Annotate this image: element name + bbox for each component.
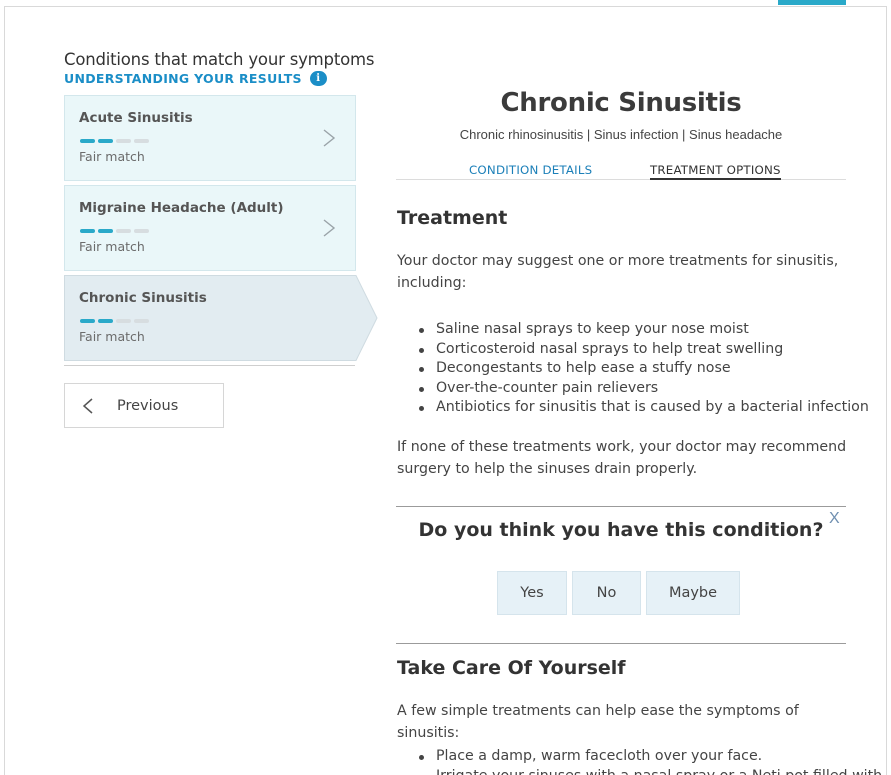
match-bar [116, 229, 131, 233]
condition-tabs: CONDITION DETAILS TREATMENT OPTIONS [396, 163, 846, 180]
survey-top-divider [396, 506, 846, 507]
match-bar [134, 139, 149, 143]
condition-card-name: Chronic Sinusitis [79, 290, 207, 306]
self-care-intro: A few simple treatments can help ease th… [397, 703, 799, 741]
answer-no-button[interactable]: No [572, 571, 641, 615]
tab-treatment-options[interactable]: TREATMENT OPTIONS [650, 163, 781, 180]
condition-card-migraine-headache[interactable]: Migraine Headache (Adult) Fair match [64, 185, 356, 271]
match-label: Fair match [79, 329, 145, 344]
tab-condition-details[interactable]: CONDITION DETAILS [469, 163, 592, 177]
chevron-left-icon [82, 397, 93, 414]
previous-button[interactable]: Previous [64, 383, 224, 428]
match-strength-meter [80, 229, 149, 233]
previous-button-label: Previous [117, 397, 179, 414]
chevron-right-icon [323, 129, 336, 147]
condition-title: Chronic Sinusitis [500, 88, 742, 118]
match-bar [80, 139, 95, 143]
match-bar [98, 319, 113, 323]
selected-card-pointer [355, 275, 378, 361]
list-item: Irrigate your sinuses with a nasal spray… [418, 767, 882, 775]
self-care-list: Place a damp, warm facecloth over your f… [418, 747, 882, 775]
list-item: Place a damp, warm facecloth over your f… [418, 747, 858, 767]
match-bar [98, 139, 113, 143]
active-section-accent [778, 0, 846, 5]
treatment-outro: If none of these treatments work, your d… [397, 439, 847, 477]
condition-card-name: Acute Sinusitis [79, 110, 193, 126]
match-bar [80, 319, 95, 323]
match-label: Fair match [79, 149, 145, 164]
match-bar [98, 229, 113, 233]
understanding-results-link[interactable]: UNDERSTANDING YOUR RESULTS i [64, 71, 327, 86]
understanding-results-label: UNDERSTANDING YOUR RESULTS [64, 71, 302, 86]
match-strength-meter [80, 319, 149, 323]
match-bar [116, 319, 131, 323]
treatment-heading: Treatment [397, 207, 508, 229]
list-item: Saline nasal sprays to keep your nose mo… [418, 320, 858, 340]
survey-question: Do you think you have this condition? [418, 519, 824, 541]
chevron-right-icon [323, 219, 336, 237]
match-bar [134, 319, 149, 323]
condition-aliases: Chronic rhinosinusitis | Sinus infection… [459, 127, 783, 142]
info-icon[interactable]: i [309, 71, 327, 86]
list-item: Antibiotics for sinusitis that is caused… [418, 398, 869, 418]
sidebar-divider [64, 365, 355, 366]
self-care-heading: Take Care Of Yourself [397, 657, 626, 679]
match-bar [134, 229, 149, 233]
treatment-list: Saline nasal sprays to keep your nose mo… [418, 320, 869, 418]
list-item: Over-the-counter pain relievers [418, 379, 858, 399]
list-item: Decongestants to help ease a stuffy nose [418, 359, 858, 379]
sidebar-title: Conditions that match your symptoms [64, 50, 375, 69]
condition-card-name: Migraine Headache (Adult) [79, 200, 284, 216]
match-bar [116, 139, 131, 143]
answer-yes-button[interactable]: Yes [497, 571, 567, 615]
condition-card-chronic-sinusitis[interactable]: Chronic Sinusitis Fair match [64, 275, 356, 361]
answer-maybe-button[interactable]: Maybe [646, 571, 740, 615]
survey-bottom-divider [396, 643, 846, 644]
close-survey-button[interactable]: X [829, 510, 840, 528]
match-strength-meter [80, 139, 149, 143]
list-item: Corticosteroid nasal sprays to help trea… [418, 340, 858, 360]
match-bar [80, 229, 95, 233]
treatment-intro: Your doctor may suggest one or more trea… [397, 253, 839, 291]
condition-card-acute-sinusitis[interactable]: Acute Sinusitis Fair match [64, 95, 356, 181]
match-label: Fair match [79, 239, 145, 254]
